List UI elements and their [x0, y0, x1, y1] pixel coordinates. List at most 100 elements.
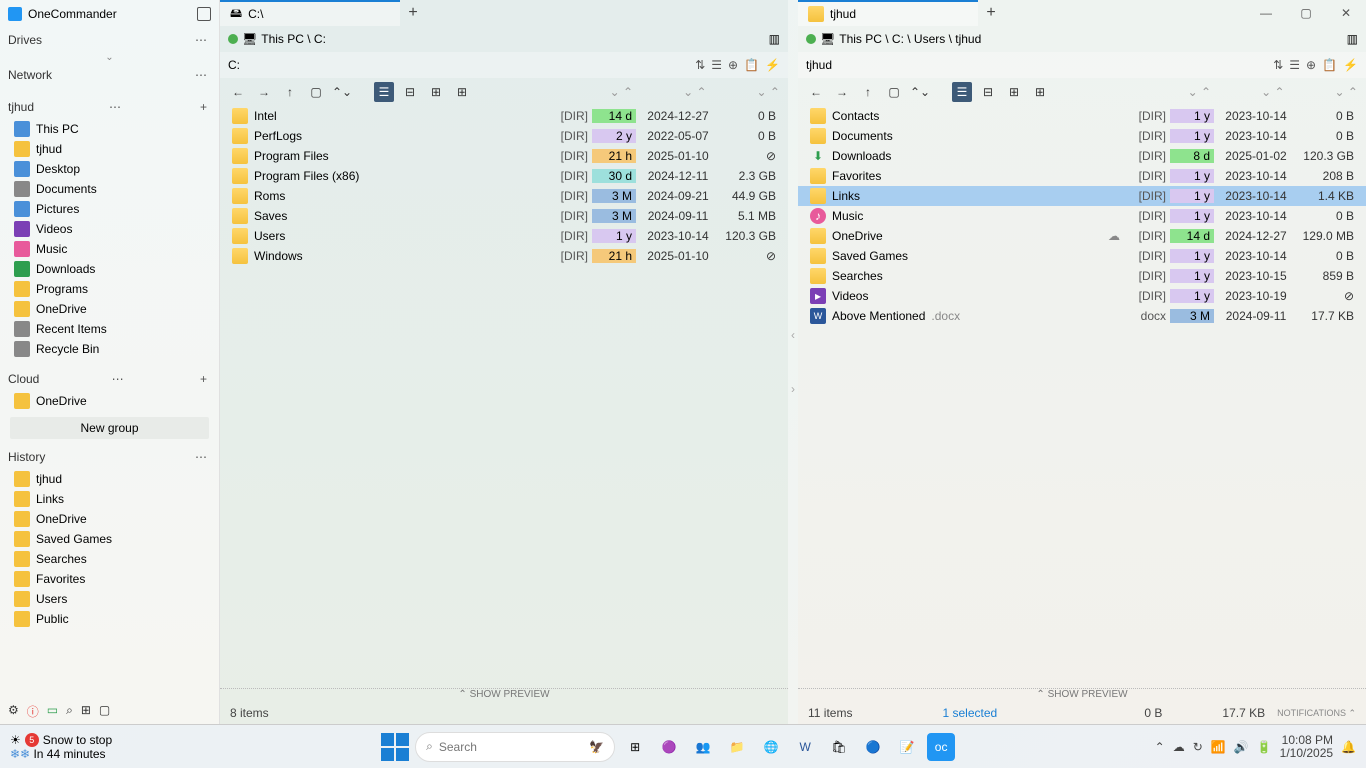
task-view-icon[interactable]: ⊞	[621, 733, 649, 761]
sort-toggle-icon[interactable]: ⇅	[695, 58, 705, 72]
pane-splitter[interactable]: ‹›	[788, 0, 798, 724]
history-menu-icon[interactable]: ⋯	[191, 450, 211, 464]
file-row[interactable]: Program Files[DIR]21 h2025-01-10⊘	[220, 146, 788, 166]
sidebar-item[interactable]: Downloads	[0, 259, 219, 279]
tray-sync-icon[interactable]: ↻	[1193, 740, 1203, 754]
file-row[interactable]: Links[DIR]1 y2023-10-141.4 KB	[798, 186, 1366, 206]
drive-icon[interactable]: ▭	[47, 703, 58, 720]
forward-button[interactable]: →	[254, 82, 274, 102]
add-icon[interactable]: ⊕	[1306, 58, 1316, 72]
sidebar-item[interactable]: Public	[0, 609, 219, 629]
tray-wifi-icon[interactable]: 📶	[1211, 740, 1226, 754]
tray-chevron-icon[interactable]: ⌃	[1155, 740, 1165, 754]
word-icon[interactable]: W	[791, 733, 819, 761]
user-menu-icon[interactable]: ⋯	[105, 100, 125, 114]
file-row[interactable]: Favorites[DIR]1 y2023-10-14208 B	[798, 166, 1366, 186]
back-button[interactable]: ←	[228, 82, 248, 102]
view-details-button[interactable]: ⊟	[400, 82, 420, 102]
sidebar-item[interactable]: This PC	[0, 119, 219, 139]
sort-toggle-icon[interactable]: ⇅	[1273, 58, 1283, 72]
left-breadcrumb[interactable]: 🖥 This PC \ C: ▥	[220, 26, 788, 52]
search-icon[interactable]: ⌕	[66, 703, 73, 720]
sidebar-item[interactable]: Videos	[0, 219, 219, 239]
sidebar-item[interactable]: Desktop	[0, 159, 219, 179]
close-button[interactable]: ✕	[1326, 6, 1366, 20]
back-button[interactable]: ←	[806, 82, 826, 102]
sidebar-item[interactable]: tjhud	[0, 139, 219, 159]
sidebar-item[interactable]: OneDrive	[0, 509, 219, 529]
file-row[interactable]: Contacts[DIR]1 y2023-10-140 B	[798, 106, 1366, 126]
terminal-icon[interactable]: ⊞	[81, 703, 91, 720]
file-row[interactable]: Saved Games[DIR]1 y2023-10-140 B	[798, 246, 1366, 266]
file-row[interactable]: Searches[DIR]1 y2023-10-15859 B	[798, 266, 1366, 286]
sidebar-item[interactable]: Favorites	[0, 569, 219, 589]
folder-button[interactable]: ▢	[884, 82, 904, 102]
sidebar-item[interactable]: OneDrive	[0, 391, 219, 411]
sidebar-item[interactable]: Users	[0, 589, 219, 609]
right-breadcrumb[interactable]: 🖥 This PC \ C: \ Users \ tjhud ▥	[798, 26, 1366, 52]
edge-icon[interactable]: 🌐	[757, 733, 785, 761]
paste-icon[interactable]: 📋	[1322, 58, 1337, 72]
view-compact-button[interactable]: ⊞	[1004, 82, 1024, 102]
add-tab-icon[interactable]: +	[400, 4, 426, 22]
file-row[interactable]: Program Files (x86)[DIR]30 d2024-12-112.…	[220, 166, 788, 186]
file-row[interactable]: Windows[DIR]21 h2025-01-10⊘	[220, 246, 788, 266]
view-details-button[interactable]: ⊟	[978, 82, 998, 102]
user-header[interactable]: tjhud ⋯ +	[0, 95, 219, 119]
sort-col-3[interactable]: ⌄ ⌃	[1335, 85, 1358, 99]
file-row[interactable]: PerfLogs[DIR]2 y2022-05-070 B	[220, 126, 788, 146]
file-row[interactable]: Roms[DIR]3 M2024-09-2144.9 GB	[220, 186, 788, 206]
sort-col-1[interactable]: ⌄ ⌃	[1188, 85, 1211, 99]
action-icon[interactable]: ⚡	[765, 58, 780, 72]
view-grid-button[interactable]: ⊞	[1030, 82, 1050, 102]
sidebar-item[interactable]: Music	[0, 239, 219, 259]
sort-col-2[interactable]: ⌄ ⌃	[683, 85, 706, 99]
forward-button[interactable]: →	[832, 82, 852, 102]
left-tab[interactable]: 🖴 C:\	[220, 0, 400, 26]
network-header[interactable]: Network ⋯	[0, 63, 219, 87]
sidebar-item[interactable]: Programs	[0, 279, 219, 299]
start-button[interactable]	[381, 733, 409, 761]
explorer-icon[interactable]: 📁	[723, 733, 751, 761]
tray-battery-icon[interactable]: 🔋	[1257, 740, 1272, 754]
taskbar-search[interactable]: ⌕Search🦅	[415, 732, 615, 762]
tray-onedrive-icon[interactable]: ☁	[1173, 740, 1185, 754]
dropdown-button[interactable]: ⌃⌄	[910, 82, 930, 102]
cloud-header[interactable]: Cloud ⋯ +	[0, 367, 219, 391]
view-list-button[interactable]: ☰	[952, 82, 972, 102]
taskbar-clock[interactable]: 10:08 PM 1/10/2025	[1280, 734, 1333, 760]
sort-col-3[interactable]: ⌄ ⌃	[757, 85, 780, 99]
maximize-button[interactable]: ▢	[1286, 6, 1326, 20]
notepad-icon[interactable]: 📝	[893, 733, 921, 761]
store-icon[interactable]: 🛍	[825, 733, 853, 761]
file-row[interactable]: W Above Mentioned.docxdocx3 M2024-09-111…	[798, 306, 1366, 326]
copilot-icon[interactable]: 🟣	[655, 733, 683, 761]
teams-icon[interactable]: 👥	[689, 733, 717, 761]
user-add-icon[interactable]: +	[196, 100, 211, 114]
file-row[interactable]: Users[DIR]1 y2023-10-14120.3 GB	[220, 226, 788, 246]
list-icon[interactable]: ☰	[711, 58, 722, 72]
panel-toggle-icon[interactable]	[197, 7, 211, 21]
sidebar-item[interactable]: Documents	[0, 179, 219, 199]
action-icon[interactable]: ⚡	[1343, 58, 1358, 72]
info-icon[interactable]: ⓘ	[27, 703, 39, 720]
drives-expand-icon[interactable]: ⌄	[0, 52, 219, 63]
weather-widget[interactable]: ☀5Snow to stop ❄❄ In 44 minutes	[10, 733, 112, 761]
file-row[interactable]: Documents[DIR]1 y2023-10-140 B	[798, 126, 1366, 146]
file-row[interactable]: ♪ Music[DIR]1 y2023-10-140 B	[798, 206, 1366, 226]
dropdown-button[interactable]: ⌃⌄	[332, 82, 352, 102]
drives-header[interactable]: Drives ⋯	[0, 28, 219, 52]
sidebar-item[interactable]: Searches	[0, 549, 219, 569]
notifications-toggle[interactable]: NOTIFICATIONS ⌃	[1277, 708, 1356, 719]
cloud-add-icon[interactable]: +	[196, 372, 211, 386]
columns-icon[interactable]: ▥	[1347, 32, 1358, 46]
file-row[interactable]: ▸ Videos[DIR]1 y2023-10-19⊘	[798, 286, 1366, 306]
sort-col-2[interactable]: ⌄ ⌃	[1261, 85, 1284, 99]
file-row[interactable]: ⬇ Downloads[DIR]8 d2025-01-02120.3 GB	[798, 146, 1366, 166]
add-icon[interactable]: ⊕	[728, 58, 738, 72]
sidebar-item[interactable]: Pictures	[0, 199, 219, 219]
left-preview-toggle[interactable]: ⌃ SHOW PREVIEW	[220, 688, 788, 702]
columns-icon[interactable]: ▥	[769, 32, 780, 46]
list-icon[interactable]: ☰	[1289, 58, 1300, 72]
sidebar-item[interactable]: Recycle Bin	[0, 339, 219, 359]
